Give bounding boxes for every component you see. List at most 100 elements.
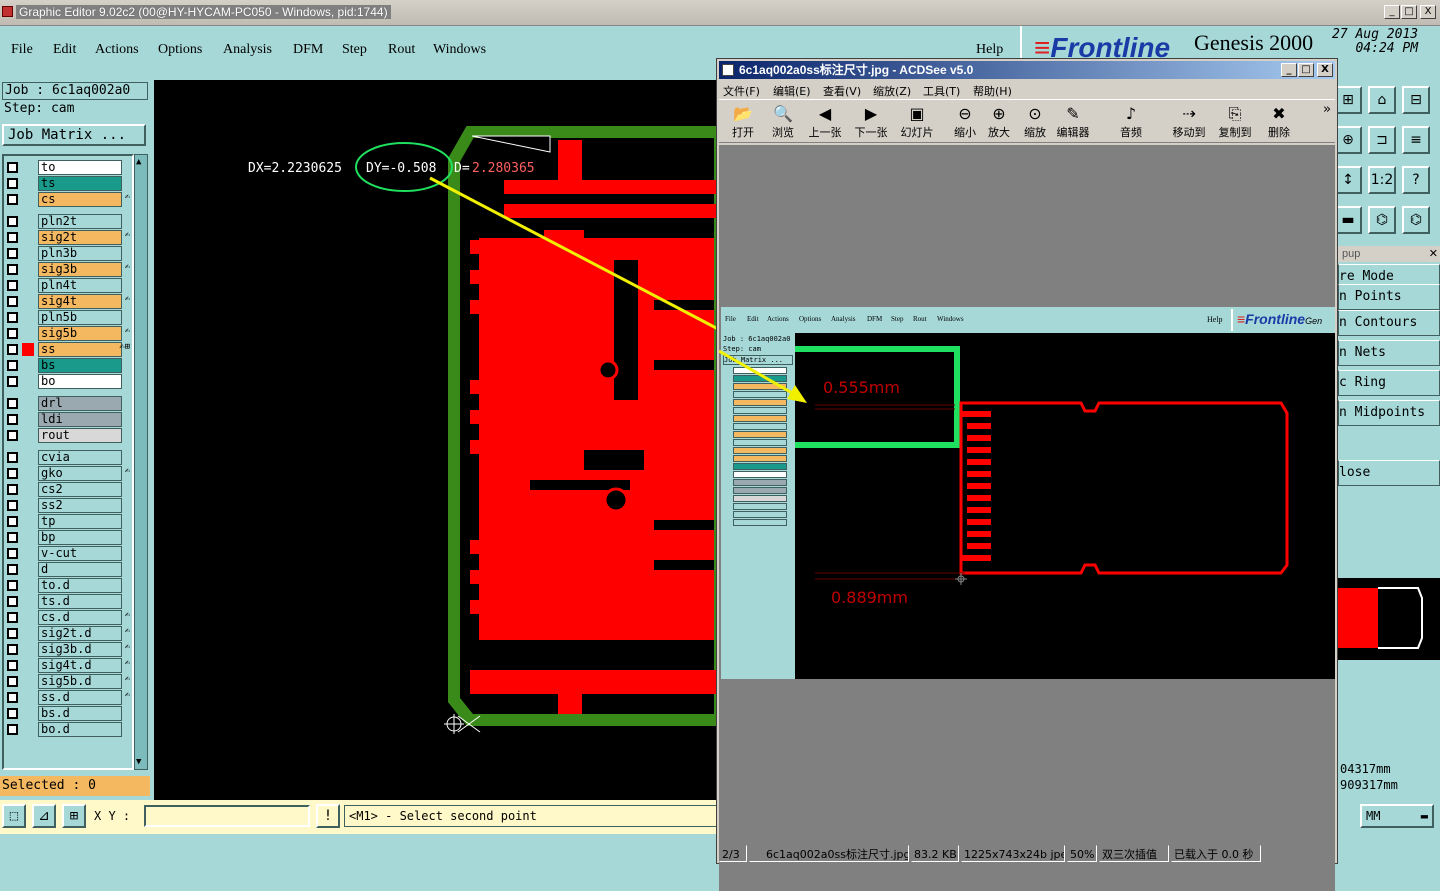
layer-checkbox[interactable] [7,692,18,703]
layer-name[interactable]: gko [38,466,122,481]
zoom-in-button[interactable]: ⊕ 放大 [979,104,1019,142]
layer-checkbox[interactable] [7,532,18,543]
browse-button[interactable]: 🔍 浏览 [763,104,803,142]
layer-checkbox[interactable] [7,280,18,291]
acdsee-menu-item[interactable]: 查看(V) [823,83,861,99]
layer-name[interactable]: bp [38,530,122,545]
layer-row[interactable]: to.d [4,578,132,594]
layer-checkbox[interactable] [7,676,18,687]
layer-name[interactable]: cs2 [38,482,122,497]
menu-analysis[interactable]: Analysis [223,42,272,58]
xy-input[interactable] [144,805,310,827]
prev-button[interactable]: ◀ 上一张 [805,104,845,142]
layer-name[interactable]: sig4t [38,294,122,309]
layer-name[interactable]: pln4t [38,278,122,293]
acdsee-minimize-button[interactable]: _ [1281,63,1297,77]
layer-checkbox[interactable] [7,216,18,227]
audio-button[interactable]: ♪ 音频 [1111,104,1151,142]
tool-icon[interactable]: 1:2 [1368,166,1396,194]
layer-row[interactable]: ts.d [4,594,132,610]
layer-name[interactable]: sig3b [38,262,122,277]
layer-checkbox[interactable] [7,468,18,479]
layer-checkbox[interactable] [7,178,18,189]
layer-checkbox[interactable] [7,724,18,735]
tool-icon[interactable]: ▬ [1334,206,1362,234]
layer-checkbox[interactable] [7,430,18,441]
zoom-button[interactable]: ⊙ 缩放 [1015,104,1055,142]
layer-row[interactable]: pln5b [4,310,132,326]
close-button[interactable]: X [1420,5,1436,19]
layer-name[interactable]: ts.d [38,594,122,609]
layer-name[interactable]: to [38,160,122,175]
tool-icon[interactable]: ⌬ [1402,206,1430,234]
layer-row[interactable]: tp [4,514,132,530]
layer-row[interactable]: drl [4,396,132,412]
layer-name[interactable]: pln3b [38,246,122,261]
popup-item[interactable]: c Ring [1338,370,1440,396]
layer-row[interactable]: pln3b [4,246,132,262]
layer-checkbox[interactable] [7,484,18,495]
layer-row[interactable]: sig2t ✍ [4,230,132,246]
move-button[interactable]: ⇢ 移动到 [1169,104,1209,142]
layer-checkbox[interactable] [7,708,18,719]
layer-checkbox[interactable] [7,194,18,205]
layer-name[interactable]: drl [38,396,122,411]
layer-name[interactable]: to.d [38,578,122,593]
maximize-button[interactable]: □ [1401,5,1417,19]
layer-name[interactable]: pln5b [38,310,122,325]
acdsee-menu-item[interactable]: 文件(F) [723,83,760,99]
layer-name[interactable]: tp [38,514,122,529]
layer-row[interactable]: bs [4,358,132,374]
open-button[interactable]: 📂 打开 [723,104,763,142]
layer-row[interactable]: gko ✍ [4,466,132,482]
layer-name[interactable]: rout [38,428,122,443]
snap-icon[interactable]: ⬚ [2,804,26,828]
popup-item[interactable]: n Midpoints [1338,400,1440,426]
menu-edit[interactable]: Edit [53,42,76,58]
copy-button[interactable]: ⎘ 复制到 [1215,104,1255,142]
grid-icon[interactable]: ⊞ [62,804,86,828]
layer-name[interactable]: d [38,562,122,577]
layer-checkbox[interactable] [7,564,18,575]
layer-checkbox[interactable] [7,264,18,275]
job-matrix-button[interactable]: Job Matrix ... [2,124,146,146]
acdsee-maximize-button[interactable]: □ [1298,63,1314,77]
acdsee-viewer[interactable]: File Edit Actions Options Analysis DFM Step Rou… [719,145,1335,891]
popup-item[interactable]: n Points [1338,284,1440,310]
layer-row[interactable]: rout [4,428,132,444]
tool-icon[interactable]: ⌬ [1368,206,1396,234]
layer-name[interactable]: ldi [38,412,122,427]
toolbar-more-icon[interactable]: » [1323,102,1331,117]
slideshow-button[interactable]: ▣ 幻灯片 [897,104,937,142]
menu-actions[interactable]: Actions [95,42,139,58]
layer-row[interactable]: bp [4,530,132,546]
layer-checkbox[interactable] [7,644,18,655]
layer-row[interactable]: d [4,562,132,578]
layer-name[interactable]: ss.d [38,690,122,705]
layer-row[interactable]: cs ✍ [4,192,132,208]
layer-checkbox[interactable] [7,628,18,639]
tool-icon[interactable]: ↕ [1334,166,1362,194]
tool-icon[interactable]: ⊟ [1402,86,1430,114]
layer-scrollbar[interactable]: ▲ ▼ [134,154,148,770]
layer-checkbox[interactable] [7,548,18,559]
layer-checkbox[interactable] [7,414,18,425]
tool-icon[interactable]: ? [1402,166,1430,194]
layer-checkbox[interactable] [7,312,18,323]
tool-icon[interactable]: ⊕ [1334,126,1362,154]
layer-name[interactable]: ts [38,176,122,191]
menu-rout[interactable]: Rout [388,42,415,58]
layer-name[interactable]: pln2t [38,214,122,229]
layer-row[interactable]: bo.d [4,722,132,738]
acdsee-menu-item[interactable]: 工具(T) [923,83,960,99]
tool-icon[interactable]: ≡ [1402,126,1430,154]
layer-checkbox[interactable] [7,500,18,511]
editor-button[interactable]: ✎ 编辑器 [1053,104,1093,142]
layer-row[interactable]: ts [4,176,132,192]
layer-row[interactable]: bo [4,374,132,390]
menu-help[interactable]: Help [976,42,1003,58]
layer-row[interactable]: pln2t [4,214,132,230]
layer-name[interactable]: bs.d [38,706,122,721]
layer-name[interactable]: v-cut [38,546,122,561]
layer-name[interactable]: bs [38,358,122,373]
